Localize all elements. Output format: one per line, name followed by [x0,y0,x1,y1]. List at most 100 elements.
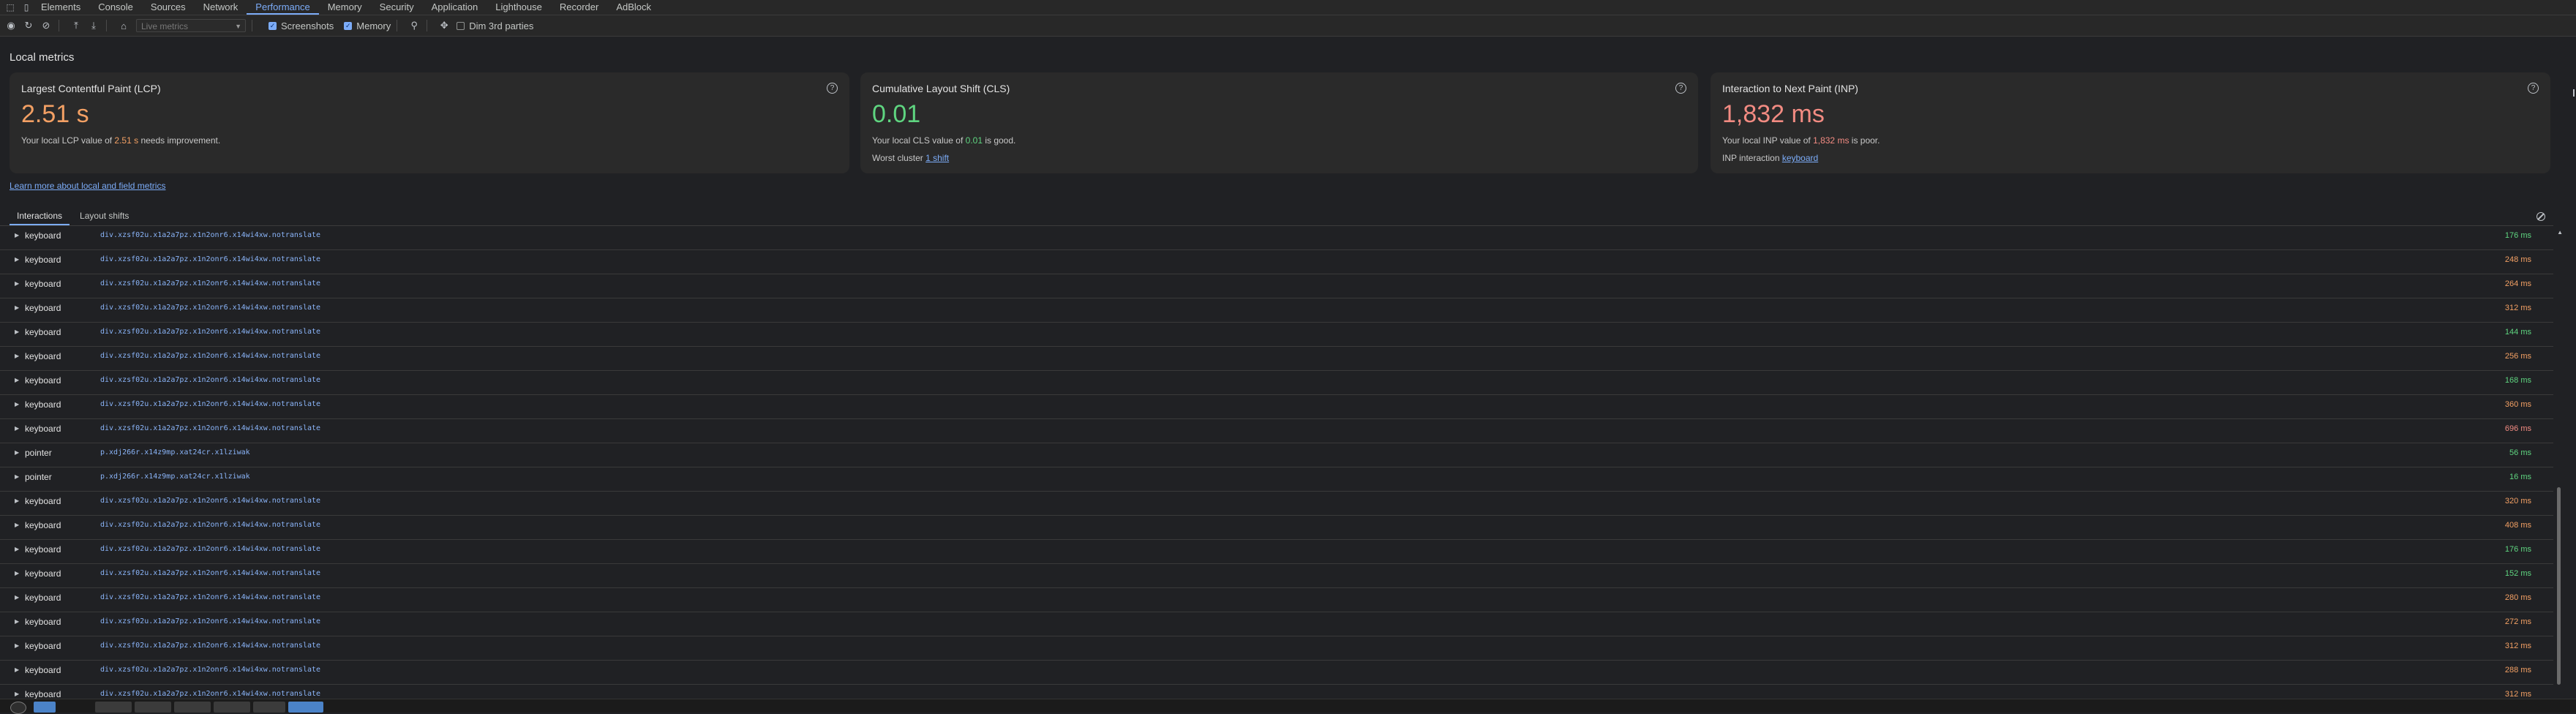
interaction-row[interactable]: ▶ pointer p.xdj266r.x14z9mp.xat24cr.x1lziw… [0,443,2553,467]
learn-more-link[interactable]: Learn more about local and field metrics [10,181,165,191]
interaction-row[interactable]: ▶ keyboard div.xzsf02u.x1a2a7pz.x1n2onr6.x… [0,298,2553,323]
interaction-node-link[interactable]: p.xdj266r.x14z9mp.xat24cr.x1lziwak [100,448,250,456]
interaction-row[interactable]: ▶ keyboard div.xzsf02u.x1a2a7pz.x1n2onr6.x… [0,564,2553,588]
scrollbar-thumb[interactable] [2557,487,2561,685]
expand-triangle-icon[interactable]: ▶ [15,256,19,263]
expand-triangle-icon[interactable]: ▶ [15,328,19,335]
expand-triangle-icon[interactable]: ▶ [15,377,19,383]
home-icon[interactable]: ⌂ [117,19,130,32]
tab-sources[interactable]: Sources [142,0,195,15]
memory-checkbox[interactable]: ✓ Memory [344,20,391,31]
expand-triangle-icon[interactable]: ▶ [15,497,19,504]
taskbar-item[interactable] [135,702,171,713]
interaction-node-link[interactable]: div.xzsf02u.x1a2a7pz.x1n2onr6.x14wi4xw.n… [100,304,320,312]
expand-triangle-icon[interactable]: ▶ [15,666,19,673]
device-toolbar-icon[interactable]: ▯ [20,1,32,13]
expand-triangle-icon[interactable]: ▶ [15,522,19,528]
interaction-node-link[interactable]: div.xzsf02u.x1a2a7pz.x1n2onr6.x14wi4xw.n… [100,231,320,239]
expand-triangle-icon[interactable]: ▶ [15,618,19,625]
help-icon[interactable]: ? [2528,83,2539,94]
expand-triangle-icon[interactable]: ▶ [15,473,19,480]
expand-triangle-icon[interactable]: ▶ [15,280,19,287]
interaction-node-link[interactable]: div.xzsf02u.x1a2a7pz.x1n2onr6.x14wi4xw.n… [100,690,320,698]
interaction-node-link[interactable]: div.xzsf02u.x1a2a7pz.x1n2onr6.x14wi4xw.n… [100,642,320,650]
dim-third-parties-checkbox[interactable]: Dim 3rd parties [457,20,533,31]
interaction-row[interactable]: ▶ keyboard div.xzsf02u.x1a2a7pz.x1n2onr6.x… [0,371,2553,395]
interaction-row[interactable]: ▶ keyboard div.xzsf02u.x1a2a7pz.x1n2onr6.x… [0,540,2553,564]
taskbar-item[interactable] [34,702,56,713]
recording-select[interactable]: Live metrics ▼ [136,19,246,32]
upload-icon[interactable]: ⤒ [70,19,83,32]
taskbar-item[interactable] [10,702,26,714]
inspect-element-icon[interactable]: ⬚ [4,1,16,13]
interaction-node-link[interactable]: div.xzsf02u.x1a2a7pz.x1n2onr6.x14wi4xw.n… [100,521,320,529]
tab-elements[interactable]: Elements [32,0,89,15]
interaction-row[interactable]: ▶ keyboard div.xzsf02u.x1a2a7pz.x1n2onr6.x… [0,323,2553,347]
expand-triangle-icon[interactable]: ▶ [15,642,19,649]
interaction-row[interactable]: ▶ keyboard div.xzsf02u.x1a2a7pz.x1n2onr6.x… [0,588,2553,612]
interaction-node-link[interactable]: div.xzsf02u.x1a2a7pz.x1n2onr6.x14wi4xw.n… [100,328,320,336]
tab-adblock[interactable]: AdBlock [607,0,660,15]
interaction-row[interactable]: ▶ keyboard div.xzsf02u.x1a2a7pz.x1n2onr6.x… [0,661,2553,685]
interaction-row[interactable]: ▶ keyboard div.xzsf02u.x1a2a7pz.x1n2onr6.x… [0,395,2553,419]
tab-interactions[interactable]: Interactions [10,211,70,225]
help-icon[interactable]: ? [827,83,838,94]
expand-triangle-icon[interactable]: ▶ [15,353,19,359]
interaction-row[interactable]: ▶ keyboard div.xzsf02u.x1a2a7pz.x1n2onr6.x… [0,516,2553,540]
worst-cluster-link[interactable]: 1 shift [925,153,949,163]
interaction-row[interactable]: ▶ keyboard div.xzsf02u.x1a2a7pz.x1n2onr6.x… [0,636,2553,661]
capture-settings-icon[interactable]: ✥ [438,19,451,32]
interaction-row[interactable]: ▶ keyboard div.xzsf02u.x1a2a7pz.x1n2onr6.x… [0,347,2553,371]
tab-performance[interactable]: Performance [247,0,319,15]
taskbar-item[interactable] [174,702,211,713]
expand-triangle-icon[interactable]: ▶ [15,425,19,432]
interaction-row[interactable]: ▶ keyboard div.xzsf02u.x1a2a7pz.x1n2onr6.x… [0,274,2553,298]
interaction-node-link[interactable]: div.xzsf02u.x1a2a7pz.x1n2onr6.x14wi4xw.n… [100,279,320,288]
tab-console[interactable]: Console [89,0,142,15]
interaction-row[interactable]: ▶ keyboard div.xzsf02u.x1a2a7pz.x1n2onr6.x… [0,419,2553,443]
tab-security[interactable]: Security [371,0,423,15]
expand-triangle-icon[interactable]: ▶ [15,570,19,576]
interaction-node-link[interactable]: div.xzsf02u.x1a2a7pz.x1n2onr6.x14wi4xw.n… [100,569,320,577]
interaction-row[interactable]: ▶ keyboard div.xzsf02u.x1a2a7pz.x1n2onr6.x… [0,492,2553,516]
expand-triangle-icon[interactable]: ▶ [15,232,19,238]
scroll-up-icon[interactable]: ▲ [2557,229,2563,236]
taskbar-item[interactable] [253,702,285,713]
expand-triangle-icon[interactable]: ▶ [15,691,19,697]
tab-lighthouse[interactable]: Lighthouse [487,0,551,15]
expand-triangle-icon[interactable]: ▶ [15,449,19,456]
interaction-node-link[interactable]: div.xzsf02u.x1a2a7pz.x1n2onr6.x14wi4xw.n… [100,617,320,625]
tab-recorder[interactable]: Recorder [551,0,607,15]
interaction-node-link[interactable]: div.xzsf02u.x1a2a7pz.x1n2onr6.x14wi4xw.n… [100,666,320,674]
interaction-node-link[interactable]: div.xzsf02u.x1a2a7pz.x1n2onr6.x14wi4xw.n… [100,400,320,408]
clear-icon[interactable]: ⊘ [40,19,53,32]
record-icon[interactable]: ◉ [4,19,18,32]
resize-handle-icon[interactable] [2573,89,2575,97]
screenshots-checkbox[interactable]: ✓ Screenshots [269,20,334,31]
interaction-node-link[interactable]: div.xzsf02u.x1a2a7pz.x1n2onr6.x14wi4xw.n… [100,255,320,263]
inp-interaction-link[interactable]: keyboard [1782,153,1818,163]
taskbar-item[interactable] [214,702,250,713]
expand-triangle-icon[interactable]: ▶ [15,401,19,407]
interaction-node-link[interactable]: div.xzsf02u.x1a2a7pz.x1n2onr6.x14wi4xw.n… [100,376,320,384]
interaction-row[interactable]: ▶ keyboard div.xzsf02u.x1a2a7pz.x1n2onr6.x… [0,226,2553,250]
clear-interactions-icon[interactable] [2536,212,2545,221]
tab-network[interactable]: Network [195,0,247,15]
interaction-row[interactable]: ▶ keyboard div.xzsf02u.x1a2a7pz.x1n2onr6.x… [0,250,2553,274]
interaction-node-link[interactable]: div.xzsf02u.x1a2a7pz.x1n2onr6.x14wi4xw.n… [100,545,320,553]
tab-layout-shifts[interactable]: Layout shifts [72,211,136,225]
interaction-node-link[interactable]: div.xzsf02u.x1a2a7pz.x1n2onr6.x14wi4xw.n… [100,593,320,601]
interaction-node-link[interactable]: p.xdj266r.x14z9mp.xat24cr.x1lziwak [100,473,250,481]
tab-memory[interactable]: Memory [319,0,371,15]
taskbar-item[interactable] [288,702,323,713]
expand-triangle-icon[interactable]: ▶ [15,546,19,552]
interaction-node-link[interactable]: div.xzsf02u.x1a2a7pz.x1n2onr6.x14wi4xw.n… [100,352,320,360]
interaction-node-link[interactable]: div.xzsf02u.x1a2a7pz.x1n2onr6.x14wi4xw.n… [100,424,320,432]
taskbar-item[interactable] [95,702,132,713]
interaction-node-link[interactable]: div.xzsf02u.x1a2a7pz.x1n2onr6.x14wi4xw.n… [100,497,320,505]
interaction-row[interactable]: ▶ pointer p.xdj266r.x14z9mp.xat24cr.x1lziw… [0,467,2553,492]
reload-record-icon[interactable]: ↻ [22,19,35,32]
expand-triangle-icon[interactable]: ▶ [15,594,19,601]
download-icon[interactable]: ⤓ [87,19,100,32]
interaction-row[interactable]: ▶ keyboard div.xzsf02u.x1a2a7pz.x1n2onr6.x… [0,612,2553,636]
